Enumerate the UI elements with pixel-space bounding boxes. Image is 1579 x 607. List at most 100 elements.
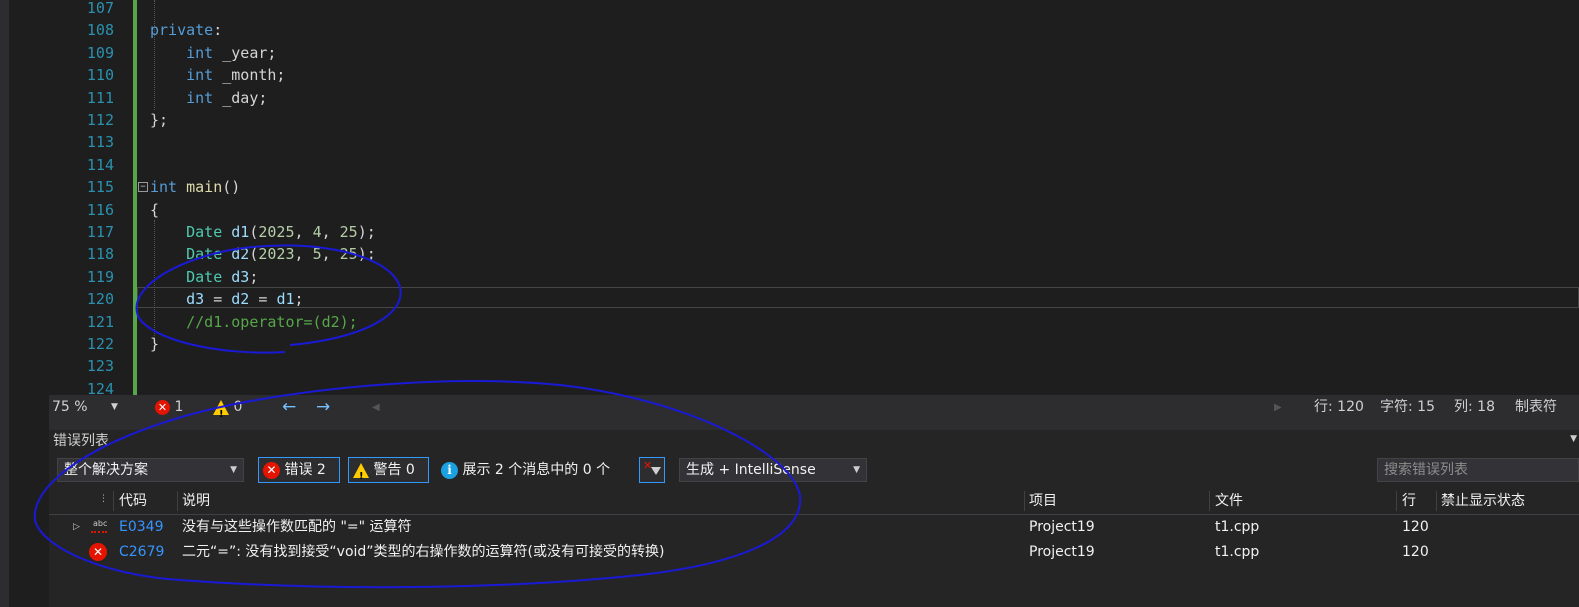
line-number: 117 xyxy=(86,223,114,241)
code-token: } xyxy=(150,335,160,353)
search-error-list-input[interactable]: 搜索错误列表 xyxy=(1377,458,1579,482)
code-token: int xyxy=(150,66,214,85)
errors-filter-label: 错误 2 xyxy=(284,462,326,478)
code-text: }; xyxy=(150,109,168,131)
code-line[interactable]: 121 //d1.operator=(d2); xyxy=(49,311,1579,333)
build-source-dropdown[interactable]: 生成 + IntelliSense ▼ xyxy=(679,458,867,482)
code-line[interactable]: 116 { xyxy=(49,199,1579,221)
column-separator xyxy=(177,491,178,511)
left-window-edge xyxy=(0,0,9,607)
nav-forward-icon[interactable]: → xyxy=(316,395,330,420)
errors-filter-button[interactable]: ✕ 错误 2 xyxy=(258,457,340,483)
code-line[interactable]: 110 int _month; xyxy=(49,64,1579,86)
line-number: 110 xyxy=(86,66,114,85)
column-separator xyxy=(1024,491,1025,511)
cursor-row: 行: 120 xyxy=(1314,399,1364,415)
error-list-title[interactable]: 错误列表 xyxy=(53,430,109,452)
code-line[interactable]: 115 int main() − xyxy=(49,176,1579,198)
code-line[interactable]: 108 private: xyxy=(49,19,1579,41)
code-text: d3 = d2 = d1; xyxy=(150,288,303,310)
code-line[interactable]: 120 d3 = d2 = d1; xyxy=(49,288,1579,310)
error-line: 120 xyxy=(1402,544,1429,560)
code-token: ); xyxy=(357,245,376,264)
code-line[interactable]: 123 xyxy=(49,355,1579,377)
warning-indicator[interactable]: ! 0 xyxy=(213,395,242,420)
indent-mode[interactable]: 制表符 xyxy=(1515,395,1557,420)
code-text: Date d2(2023, 5, 25); xyxy=(150,243,376,265)
code-token: , xyxy=(294,245,313,264)
error-line: 120 xyxy=(1402,519,1429,535)
code-token: Date xyxy=(150,245,223,264)
code-token: _month; xyxy=(213,66,286,85)
table-row[interactable]: ✕ C2679 二元“=”: 没有找到接受“void”类型的右操作数的运算符(或… xyxy=(49,540,1579,565)
line-number: 118 xyxy=(86,245,114,264)
error-icon: ✕ xyxy=(155,399,170,415)
code-line[interactable]: 107 xyxy=(49,0,1579,19)
code-token: Date xyxy=(150,223,223,241)
code-line[interactable]: 118 Date d2(2023, 5, 25); xyxy=(49,243,1579,265)
zoom-level[interactable]: 75 % xyxy=(52,395,88,420)
scroll-left-icon[interactable]: ◀ xyxy=(372,395,380,420)
funnel-icon xyxy=(651,467,661,475)
collapse-icon[interactable]: − xyxy=(138,182,148,193)
error-code-link[interactable]: C2679 xyxy=(119,540,164,565)
zoom-dropdown-icon[interactable]: ▼ xyxy=(111,395,118,420)
panel-splitter[interactable] xyxy=(49,420,1579,430)
column-separator xyxy=(1436,491,1437,511)
code-line[interactable]: 114 xyxy=(49,154,1579,176)
column-chooser-icon[interactable]: ⋮ xyxy=(99,486,108,512)
error-description: 二元“=”: 没有找到接受“void”类型的右操作数的运算符(或没有可接受的转换… xyxy=(182,544,665,560)
code-line[interactable]: 109 int _year; xyxy=(49,42,1579,64)
code-line[interactable]: 112}; xyxy=(49,109,1579,131)
expand-icon[interactable]: ▷ xyxy=(73,515,80,540)
code-line[interactable]: 119 Date d3; xyxy=(49,266,1579,288)
panel-menu-icon[interactable]: ▼ xyxy=(1570,434,1577,444)
code-token: 2023 xyxy=(258,245,295,264)
warning-icon: ! xyxy=(353,462,369,482)
line-number: 116 xyxy=(86,200,114,219)
column-header-suppression[interactable]: 禁止显示状态 xyxy=(1441,488,1525,514)
table-row[interactable]: ▷ abc E0349 没有与这些操作数匹配的 "=" 运算符 Project1… xyxy=(49,515,1579,540)
column-header-line[interactable]: 行 xyxy=(1402,488,1416,514)
chevron-down-icon: ▼ xyxy=(230,465,237,475)
code-text: //d1.operator=(d2); xyxy=(150,311,358,333)
column-header-file[interactable]: 文件 xyxy=(1215,488,1243,514)
code-editor[interactable]: 107 108 private: 109 int _year; 110 int _mon… xyxy=(49,0,1579,395)
line-number: 120 xyxy=(86,290,114,309)
nav-back-icon[interactable]: ← xyxy=(282,395,296,420)
code-token: { xyxy=(150,200,160,219)
messages-filter-button[interactable]: i 展示 2 个消息中的 0 个 xyxy=(441,457,610,483)
code-token: _year; xyxy=(213,43,277,62)
code-token: 2025 xyxy=(258,223,295,241)
clear-filter-button[interactable]: ✕ xyxy=(639,457,665,483)
chevron-down-icon: ▼ xyxy=(853,465,860,475)
code-line[interactable]: 111 int _day; xyxy=(49,87,1579,109)
code-text: int _month; xyxy=(150,64,285,86)
error-list-panel: 错误列表 ▼ 整个解决方案 ▼ ✕ 错误 2 ! 警告 0 i 展示 2 个消息… xyxy=(49,430,1579,607)
error-code-link[interactable]: E0349 xyxy=(119,515,163,540)
intellisense-abc-icon: abc xyxy=(93,519,108,528)
code-token: }; xyxy=(150,111,169,129)
scroll-right-icon[interactable]: ▶ xyxy=(1274,395,1282,420)
code-token: () xyxy=(222,178,241,197)
code-token: = xyxy=(249,290,277,309)
code-line[interactable]: 124 xyxy=(49,378,1579,395)
error-indicator[interactable]: ✕ 1 xyxy=(155,395,183,420)
code-line[interactable]: 117 Date d1(2025, 4, 25); xyxy=(49,221,1579,243)
cursor-col: 列: 18 xyxy=(1454,399,1495,415)
error-table-header: ⋮ 代码 说明 项目 文件 行 禁止显示状态 xyxy=(49,488,1579,515)
messages-filter-label: 展示 2 个消息中的 0 个 xyxy=(462,462,611,478)
column-header-code[interactable]: 代码 xyxy=(119,488,147,514)
column-header-description[interactable]: 说明 xyxy=(182,488,210,514)
error-count: 1 xyxy=(174,399,184,415)
scope-dropdown[interactable]: 整个解决方案 ▼ xyxy=(57,458,244,482)
code-line[interactable]: 113 xyxy=(49,131,1579,153)
code-text: Date d1(2025, 4, 25); xyxy=(150,221,376,243)
code-line[interactable]: 122} xyxy=(49,333,1579,355)
code-text: { xyxy=(150,199,159,221)
column-header-project[interactable]: 项目 xyxy=(1029,488,1057,514)
warning-icon: ! xyxy=(213,399,229,420)
warnings-filter-button[interactable]: ! 警告 0 xyxy=(348,457,429,483)
error-icon: ✕ xyxy=(263,461,280,479)
